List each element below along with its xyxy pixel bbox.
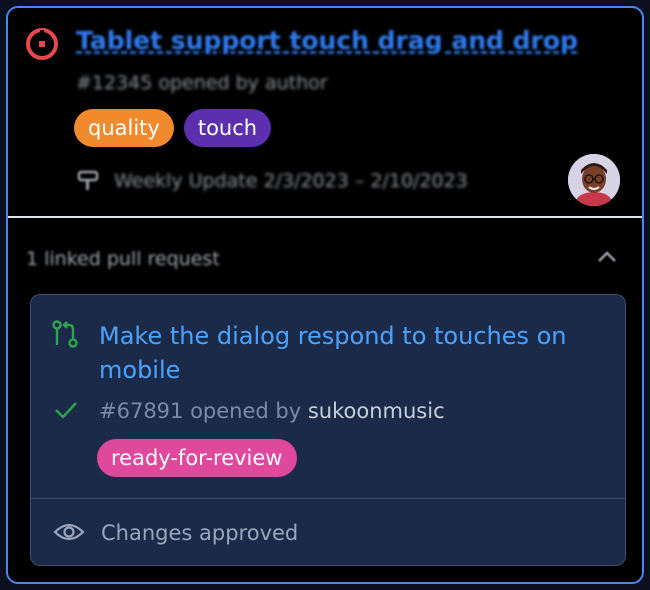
issue-title[interactable]: Tablet support touch drag and drop [76,26,578,55]
merge-request-card[interactable]: Make the dialog respond to touches on mo… [30,294,626,566]
merge-request-author[interactable]: sukoonmusic [308,399,445,423]
merge-request-number[interactable]: #67891 [99,399,183,423]
issue-header: Tablet support touch drag and drop #1234… [8,8,642,218]
linked-requests-header[interactable]: 1 linked pull request [26,248,220,270]
issue-labels: quality touch [74,109,272,147]
issue-open-icon [26,28,58,60]
merge-request-title[interactable]: Make the dialog respond to touches on mo… [99,319,609,387]
opened-by-text: opened by [183,399,308,423]
milestone-text[interactable]: Weekly Update 2/3/2023 – 2/10/2023 [114,170,468,192]
issue-card: Tablet support touch drag and drop #1234… [6,6,644,584]
avatar-image [568,154,620,206]
merge-request-meta: #67891 opened by sukoonmusic [99,399,445,423]
merge-request-icon [52,320,78,348]
chevron-up-icon[interactable] [594,248,620,266]
approval-status: Changes approved [101,521,299,545]
milestone-icon [77,170,99,190]
check-icon [55,402,77,419]
merge-request-divider [31,498,625,499]
label-ready-for-review[interactable]: ready-for-review [97,439,297,477]
section-divider [8,216,642,218]
avatar[interactable] [568,154,620,206]
eye-icon [53,523,85,541]
label-quality[interactable]: quality [74,109,174,147]
issue-meta: #12345 opened by author [76,72,328,94]
label-touch[interactable]: touch [183,109,272,147]
